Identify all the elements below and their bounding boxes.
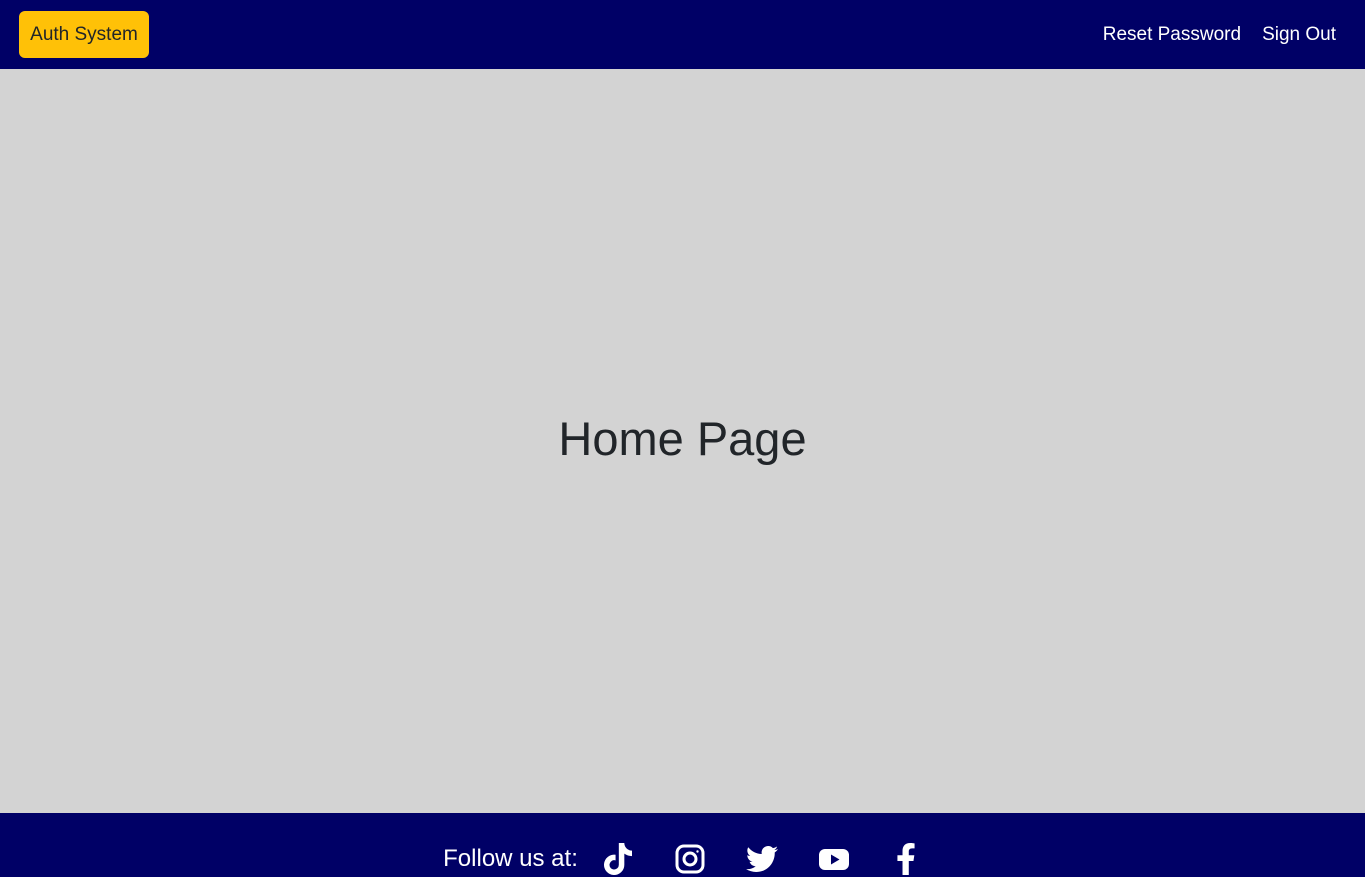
- youtube-icon[interactable]: [818, 843, 850, 875]
- sign-out-link[interactable]: Sign Out: [1262, 24, 1336, 46]
- footer: Follow us at:: [0, 813, 1365, 877]
- nav-links: Reset Password Sign Out: [1103, 24, 1336, 46]
- follow-label: Follow us at:: [443, 845, 578, 872]
- tiktok-icon[interactable]: [602, 843, 634, 875]
- brand-button[interactable]: Auth System: [19, 11, 149, 58]
- navbar: Auth System Reset Password Sign Out: [0, 0, 1365, 69]
- main-content: Home Page: [0, 69, 1365, 813]
- facebook-icon[interactable]: [890, 843, 922, 875]
- reset-password-link[interactable]: Reset Password: [1103, 24, 1241, 46]
- twitter-icon[interactable]: [745, 843, 778, 875]
- instagram-icon[interactable]: [674, 843, 706, 875]
- social-bar: Follow us at:: [443, 843, 922, 875]
- page-title: Home Page: [558, 411, 807, 465]
